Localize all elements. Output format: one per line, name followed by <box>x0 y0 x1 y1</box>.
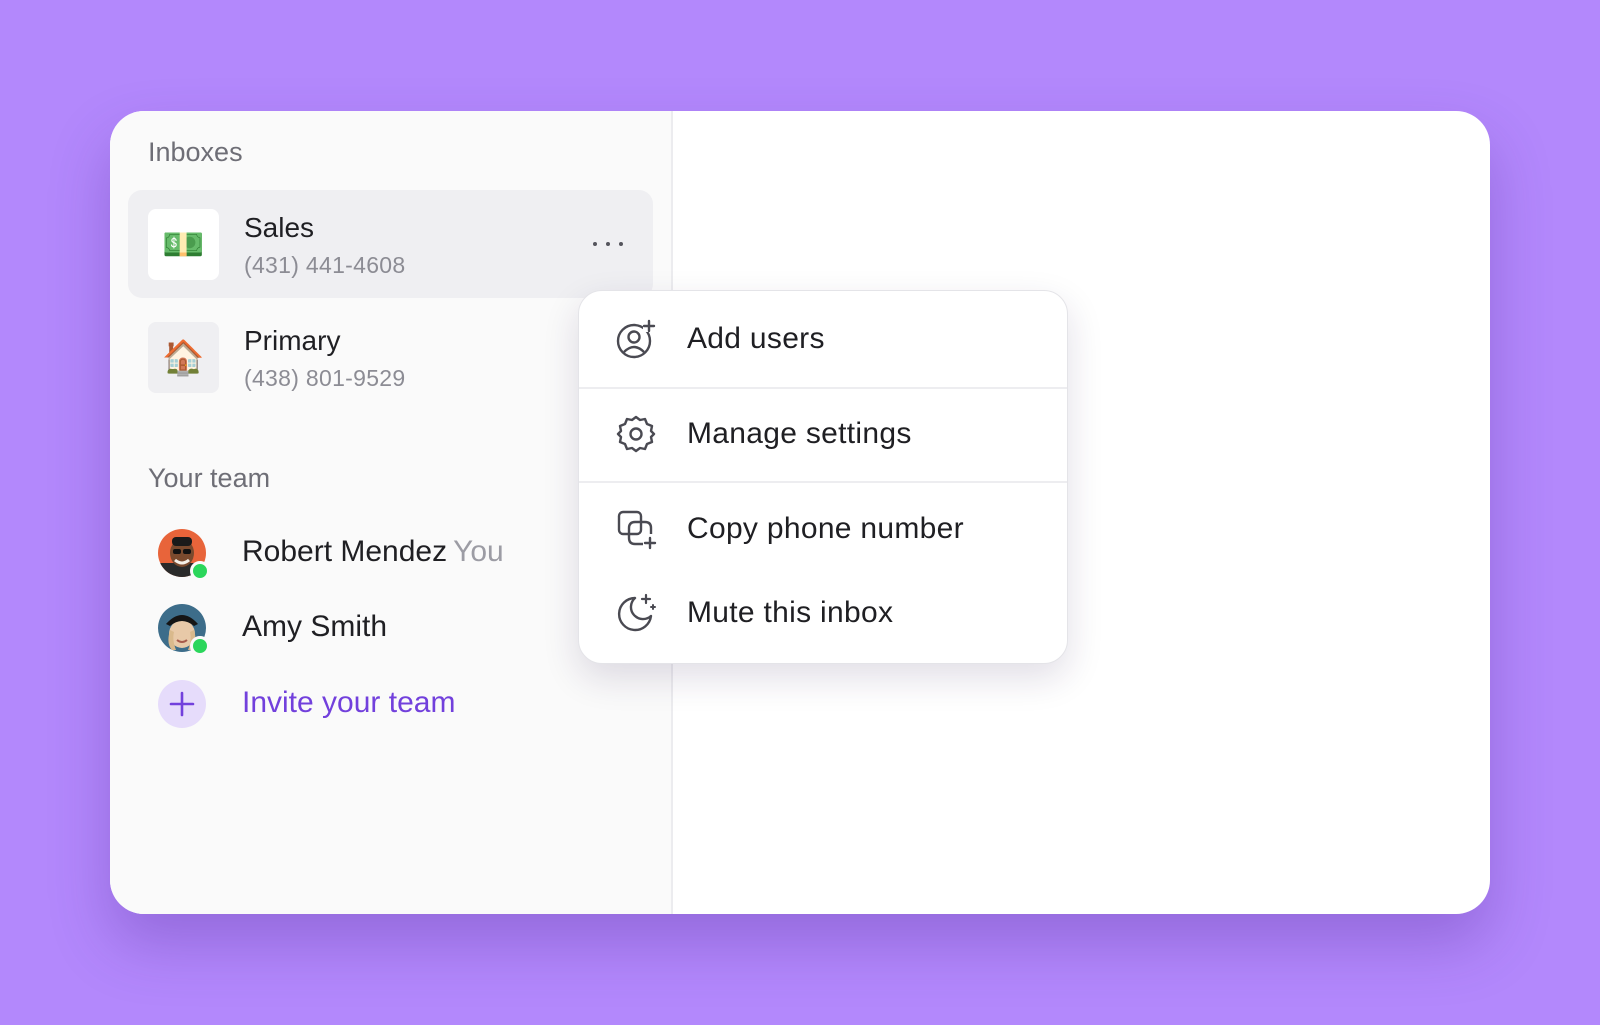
menu-item-label: Manage settings <box>687 417 912 450</box>
add-user-icon <box>616 319 656 359</box>
inbox-item-primary[interactable]: 🏠 Primary (438) 801-9529 <box>128 303 653 411</box>
inbox-context-menu: Add users Manage settings Copy phone num… <box>578 290 1068 664</box>
you-tag: You <box>453 535 504 568</box>
team-heading: Your team <box>148 463 271 493</box>
menu-divider <box>579 481 1067 483</box>
member-name: Robert Mendez You <box>242 535 504 568</box>
invite-label: Invite your team <box>242 686 456 719</box>
money-icon: 💵 <box>148 209 219 280</box>
moon-icon <box>618 593 656 632</box>
avatar <box>158 604 210 656</box>
inbox-phone: (438) 801-9529 <box>244 365 406 391</box>
menu-item-manage-settings[interactable]: Manage settings <box>579 410 1067 458</box>
online-status-indicator <box>190 561 210 581</box>
menu-item-copy-phone[interactable]: Copy phone number <box>579 505 1067 553</box>
inbox-item-sales[interactable]: 💵 Sales (431) 441-4608 <box>128 190 653 298</box>
menu-divider <box>579 387 1067 389</box>
house-icon: 🏠 <box>148 322 219 393</box>
menu-item-label: Add users <box>687 322 825 355</box>
online-status-indicator <box>190 636 210 656</box>
inboxes-heading: Inboxes <box>148 137 243 167</box>
dot-icon <box>593 242 597 246</box>
invite-team-button[interactable]: Invite your team <box>158 680 658 732</box>
member-name: Amy Smith <box>242 610 388 643</box>
plus-icon <box>158 680 206 728</box>
copy-icon <box>617 510 657 550</box>
dot-icon <box>619 242 623 246</box>
menu-item-add-users[interactable]: Add users <box>579 315 1067 363</box>
inbox-name: Sales <box>244 212 315 243</box>
menu-item-label: Copy phone number <box>687 512 964 545</box>
dot-icon <box>606 242 610 246</box>
gear-icon <box>616 415 656 453</box>
avatar <box>158 529 210 581</box>
menu-item-mute-inbox[interactable]: Mute this inbox <box>579 589 1067 637</box>
inbox-name: Primary <box>244 325 341 356</box>
inbox-phone: (431) 441-4608 <box>244 252 406 278</box>
more-options-button[interactable] <box>593 232 623 256</box>
menu-item-label: Mute this inbox <box>687 596 894 629</box>
